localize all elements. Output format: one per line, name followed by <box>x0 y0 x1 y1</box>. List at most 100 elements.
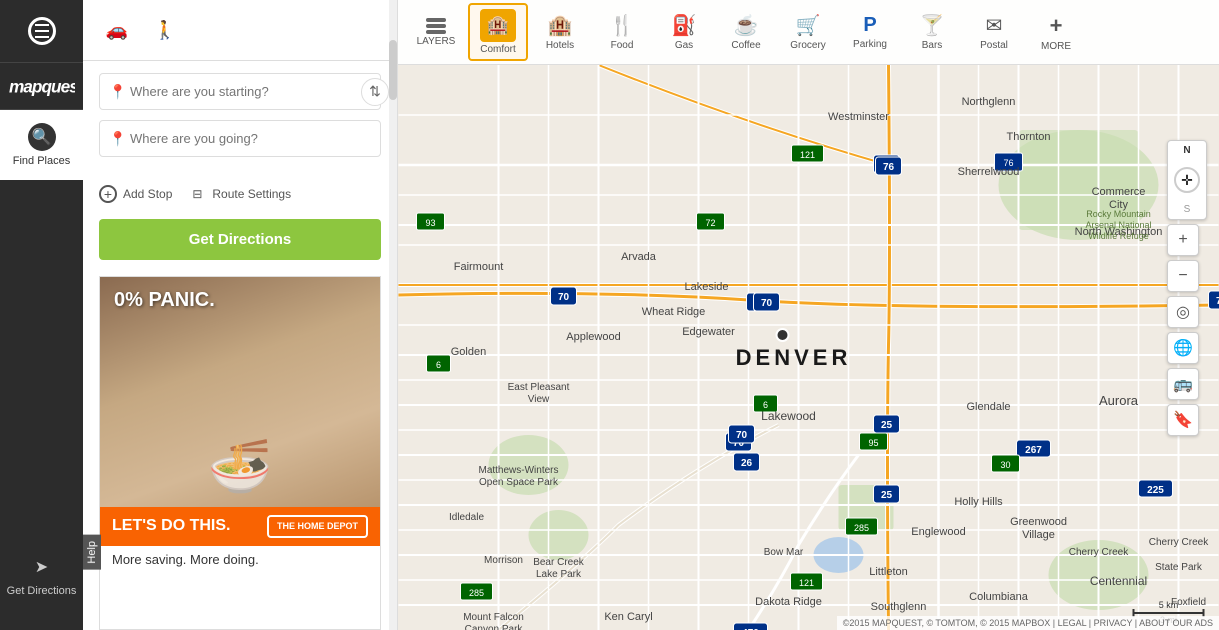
hamburger-line-2 <box>35 30 49 32</box>
toolbar-layers[interactable]: LAYERS <box>406 3 466 61</box>
svg-text:Open Space Park: Open Space Park <box>479 477 559 488</box>
toolbar-grocery[interactable]: 🛒 Grocery <box>778 3 838 61</box>
ad-headline-overlay: 0% PANIC. <box>114 289 215 312</box>
advertisement: 0% PANIC. 🍝 0% PANIC. 🍜 LET'S DO THIS. T… <box>99 276 381 630</box>
bookmark-button[interactable]: 🔖 <box>1167 404 1199 436</box>
help-tab[interactable]: Help <box>83 535 101 570</box>
zoom-out-button[interactable]: − <box>1167 260 1199 292</box>
comfort-icon: 🏨 <box>480 9 516 42</box>
panel-header: 🚗 🚶 <box>83 0 397 61</box>
svg-text:Southglenn: Southglenn <box>871 601 927 613</box>
globe-view-button[interactable]: 🌐 <box>1167 332 1199 364</box>
more-label: MORE <box>1041 41 1071 52</box>
zoom-in-button[interactable]: + <box>1167 224 1199 256</box>
route-inputs: 📍 ⇅ 📍 <box>83 61 397 177</box>
end-input-group: 📍 <box>99 120 381 157</box>
swap-button[interactable]: ⇅ <box>361 78 389 106</box>
svg-text:Cherry Creek: Cherry Creek <box>1069 547 1129 558</box>
mapquest-logo: mapquest <box>8 75 75 97</box>
sidebar-item-get-directions[interactable]: ➤ Get Directions <box>0 540 83 610</box>
hotels-label: Hotels <box>546 40 574 51</box>
svg-text:Cherry Creek: Cherry Creek <box>1149 537 1209 548</box>
svg-text:5 km: 5 km <box>1159 600 1179 610</box>
get-directions-label: Get Directions <box>7 585 77 597</box>
postal-icon: ✉ <box>986 13 1003 38</box>
grocery-label: Grocery <box>790 40 826 51</box>
ad-food-visual: 🍜 <box>208 436 273 497</box>
svg-text:mapquest: mapquest <box>9 77 75 97</box>
svg-text:Commerce: Commerce <box>1092 186 1146 198</box>
comfort-label: Comfort <box>480 44 516 55</box>
coffee-icon: ☕ <box>734 13 759 38</box>
food-label: Food <box>611 40 634 51</box>
compass-north: N <box>1183 145 1190 156</box>
denver-label: DENVER <box>736 345 852 370</box>
location-icon: ◎ <box>1176 302 1190 322</box>
layers-icon <box>426 18 446 34</box>
svg-text:121: 121 <box>799 578 814 588</box>
map-controls: N ✛ S + − ◎ 🌐 🚌 <box>1167 140 1207 436</box>
traffic-button[interactable]: 🚌 <box>1167 368 1199 400</box>
svg-text:Holly Hills: Holly Hills <box>954 496 1003 508</box>
end-input[interactable] <box>99 120 381 157</box>
scroll-thumb <box>389 40 397 100</box>
postal-label: Postal <box>980 40 1008 51</box>
svg-text:Village: Village <box>1022 529 1055 541</box>
ad-brand-name: THE HOME DEPOT <box>277 521 358 532</box>
toolbar-comfort[interactable]: 🏨 Comfort <box>468 3 528 61</box>
toolbar-more[interactable]: + MORE <box>1026 3 1086 61</box>
find-places-icon: 🔍 <box>28 123 56 151</box>
walk-mode-button[interactable]: 🚶 <box>147 12 183 48</box>
start-input-group: 📍 ⇅ <box>99 73 381 110</box>
sidebar-item-find-places[interactable]: 🔍 Find Places <box>0 110 83 180</box>
svg-text:Thornton: Thornton <box>1006 131 1050 143</box>
compass-control[interactable]: N ✛ S <box>1167 140 1207 220</box>
svg-text:Centennial: Centennial <box>1090 574 1147 588</box>
svg-text:285: 285 <box>854 523 869 533</box>
svg-text:View: View <box>528 394 550 405</box>
logo-area: mapquest <box>0 63 83 110</box>
toolbar-hotels[interactable]: 🏨 Hotels <box>530 3 590 61</box>
svg-text:26: 26 <box>741 458 753 469</box>
toolbar-gas[interactable]: ⛽ Gas <box>654 3 714 61</box>
toolbar-coffee[interactable]: ☕ Coffee <box>716 3 776 61</box>
drive-mode-button[interactable]: 🚗 <box>99 12 135 48</box>
grocery-icon: 🛒 <box>796 13 821 38</box>
svg-text:Wheat Ridge: Wheat Ridge <box>642 306 706 318</box>
my-location-button[interactable]: ◎ <box>1167 296 1199 328</box>
svg-text:Lakeside: Lakeside <box>684 281 728 293</box>
toolbar-bars[interactable]: 🍸 Bars <box>902 3 962 61</box>
map-area: LAYERS 🏨 Comfort 🏨 Hotels 🍴 Food ⛽ Gas ☕… <box>398 0 1219 630</box>
svg-text:30: 30 <box>1000 460 1010 470</box>
hamburger-line-3 <box>35 36 49 38</box>
menu-button[interactable] <box>0 0 83 63</box>
bookmark-icon: 🔖 <box>1173 410 1193 430</box>
get-directions-button[interactable]: Get Directions <box>99 219 381 260</box>
toolbar-parking[interactable]: P Parking <box>840 3 900 61</box>
start-input[interactable] <box>99 73 381 110</box>
svg-text:State Park: State Park <box>1155 562 1203 573</box>
map-attribution: ©2015 MAPQUEST, © TOMTOM, © 2015 MAPBOX … <box>837 616 1219 630</box>
ad-tagline: More saving. More doing. <box>100 546 380 573</box>
svg-text:Dakota Ridge: Dakota Ridge <box>755 596 822 608</box>
svg-text:Rocky Mountain: Rocky Mountain <box>1086 209 1151 219</box>
svg-text:Idledale: Idledale <box>449 512 484 523</box>
route-settings-button[interactable]: ⊟ Route Settings <box>188 185 291 203</box>
svg-text:Westminster: Westminster <box>828 111 889 123</box>
walk-icon: 🚶 <box>154 20 176 41</box>
gas-icon: ⛽ <box>672 13 697 38</box>
svg-text:76: 76 <box>883 162 895 173</box>
ad-brand-logo: THE HOME DEPOT <box>267 515 368 538</box>
toolbar-postal[interactable]: ✉ Postal <box>964 3 1024 61</box>
svg-text:Mount Falcon: Mount Falcon <box>463 612 524 623</box>
add-stop-button[interactable]: + Add Stop <box>99 185 172 203</box>
ad-footer: LET'S DO THIS. THE HOME DEPOT <box>100 507 380 546</box>
svg-text:Littleton: Littleton <box>869 566 908 578</box>
hotels-icon: 🏨 <box>548 13 573 38</box>
svg-text:70: 70 <box>736 430 748 441</box>
toolbar-food[interactable]: 🍴 Food <box>592 3 652 61</box>
svg-text:Matthews-Winters: Matthews-Winters <box>478 465 558 476</box>
svg-text:Edgewater: Edgewater <box>682 326 735 338</box>
svg-text:Arvada: Arvada <box>621 251 657 263</box>
svg-text:Applewood: Applewood <box>566 331 620 343</box>
